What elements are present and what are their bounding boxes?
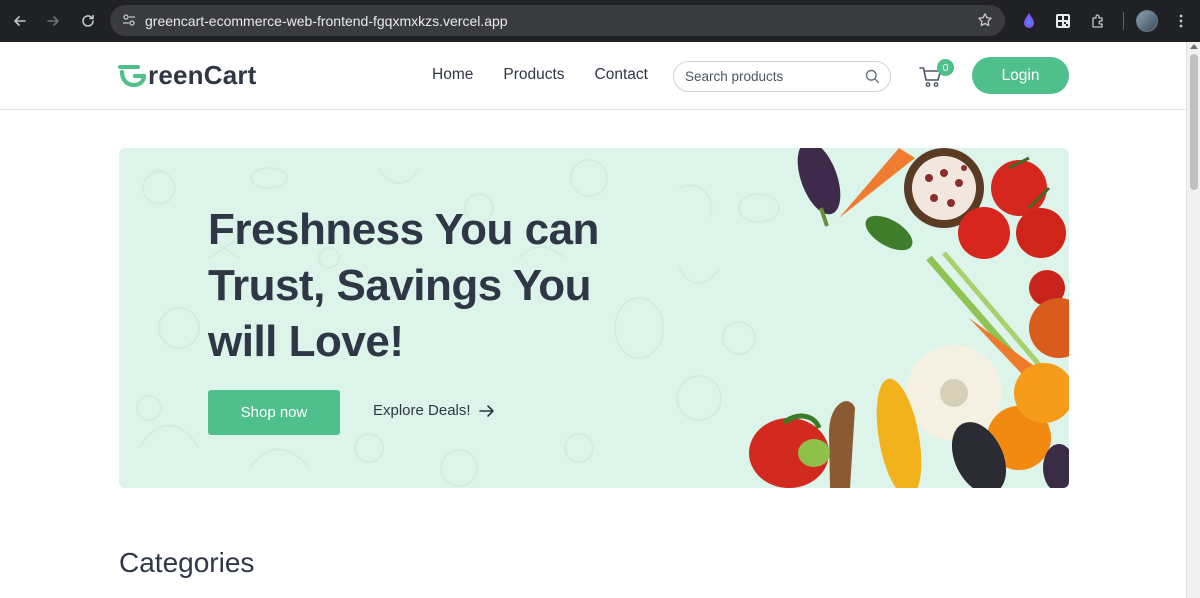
- main-nav: Home Products Contact: [432, 66, 648, 84]
- hero-title: Freshness You can Trust, Savings You wil…: [208, 205, 599, 366]
- menu-icon[interactable]: [1170, 10, 1192, 32]
- reload-icon[interactable]: [77, 10, 99, 32]
- star-icon[interactable]: [977, 12, 993, 33]
- browser-toolbar: greencart-ecommerce-web-frontend-fgqxmxk…: [0, 0, 1200, 42]
- logo-g-icon: [118, 64, 147, 87]
- page-scrollbar[interactable]: [1186, 42, 1200, 598]
- search-box: [673, 61, 891, 92]
- extension-icon[interactable]: [1018, 10, 1040, 32]
- hero-banner: Freshness You can Trust, Savings You wil…: [119, 148, 1069, 488]
- site-header: reenCart Home Products Contact 0 Login: [0, 42, 1186, 110]
- vegetables-illustration: [749, 148, 1069, 488]
- back-icon[interactable]: [9, 10, 31, 32]
- scroll-up-arrow[interactable]: [1190, 44, 1198, 49]
- categories-heading: Categories: [119, 547, 255, 578]
- site-info-icon[interactable]: [122, 13, 136, 32]
- search-input[interactable]: [685, 69, 855, 84]
- shop-now-button[interactable]: Shop now: [208, 390, 340, 435]
- nav-products[interactable]: Products: [503, 66, 564, 84]
- logo-text: reenCart: [148, 60, 257, 90]
- explore-deals-link[interactable]: Explore Deals!: [373, 402, 495, 419]
- forward-icon[interactable]: [42, 10, 64, 32]
- toolbar-divider: [1123, 12, 1124, 30]
- url-text: greencart-ecommerce-web-frontend-fgqxmxk…: [145, 12, 508, 29]
- logo[interactable]: reenCart: [118, 60, 257, 91]
- puzzle-icon[interactable]: [1087, 10, 1109, 32]
- qr-icon[interactable]: [1052, 10, 1074, 32]
- explore-deals-label: Explore Deals!: [373, 402, 471, 419]
- nav-contact[interactable]: Contact: [595, 66, 648, 84]
- nav-home[interactable]: Home: [432, 66, 473, 84]
- cart-count-badge: 0: [937, 59, 954, 76]
- profile-avatar[interactable]: [1136, 10, 1158, 32]
- arrow-right-icon: [478, 404, 494, 417]
- login-button[interactable]: Login: [972, 57, 1069, 94]
- scroll-thumb[interactable]: [1190, 54, 1198, 190]
- search-icon[interactable]: [865, 69, 880, 89]
- address-bar[interactable]: greencart-ecommerce-web-frontend-fgqxmxk…: [110, 5, 1005, 36]
